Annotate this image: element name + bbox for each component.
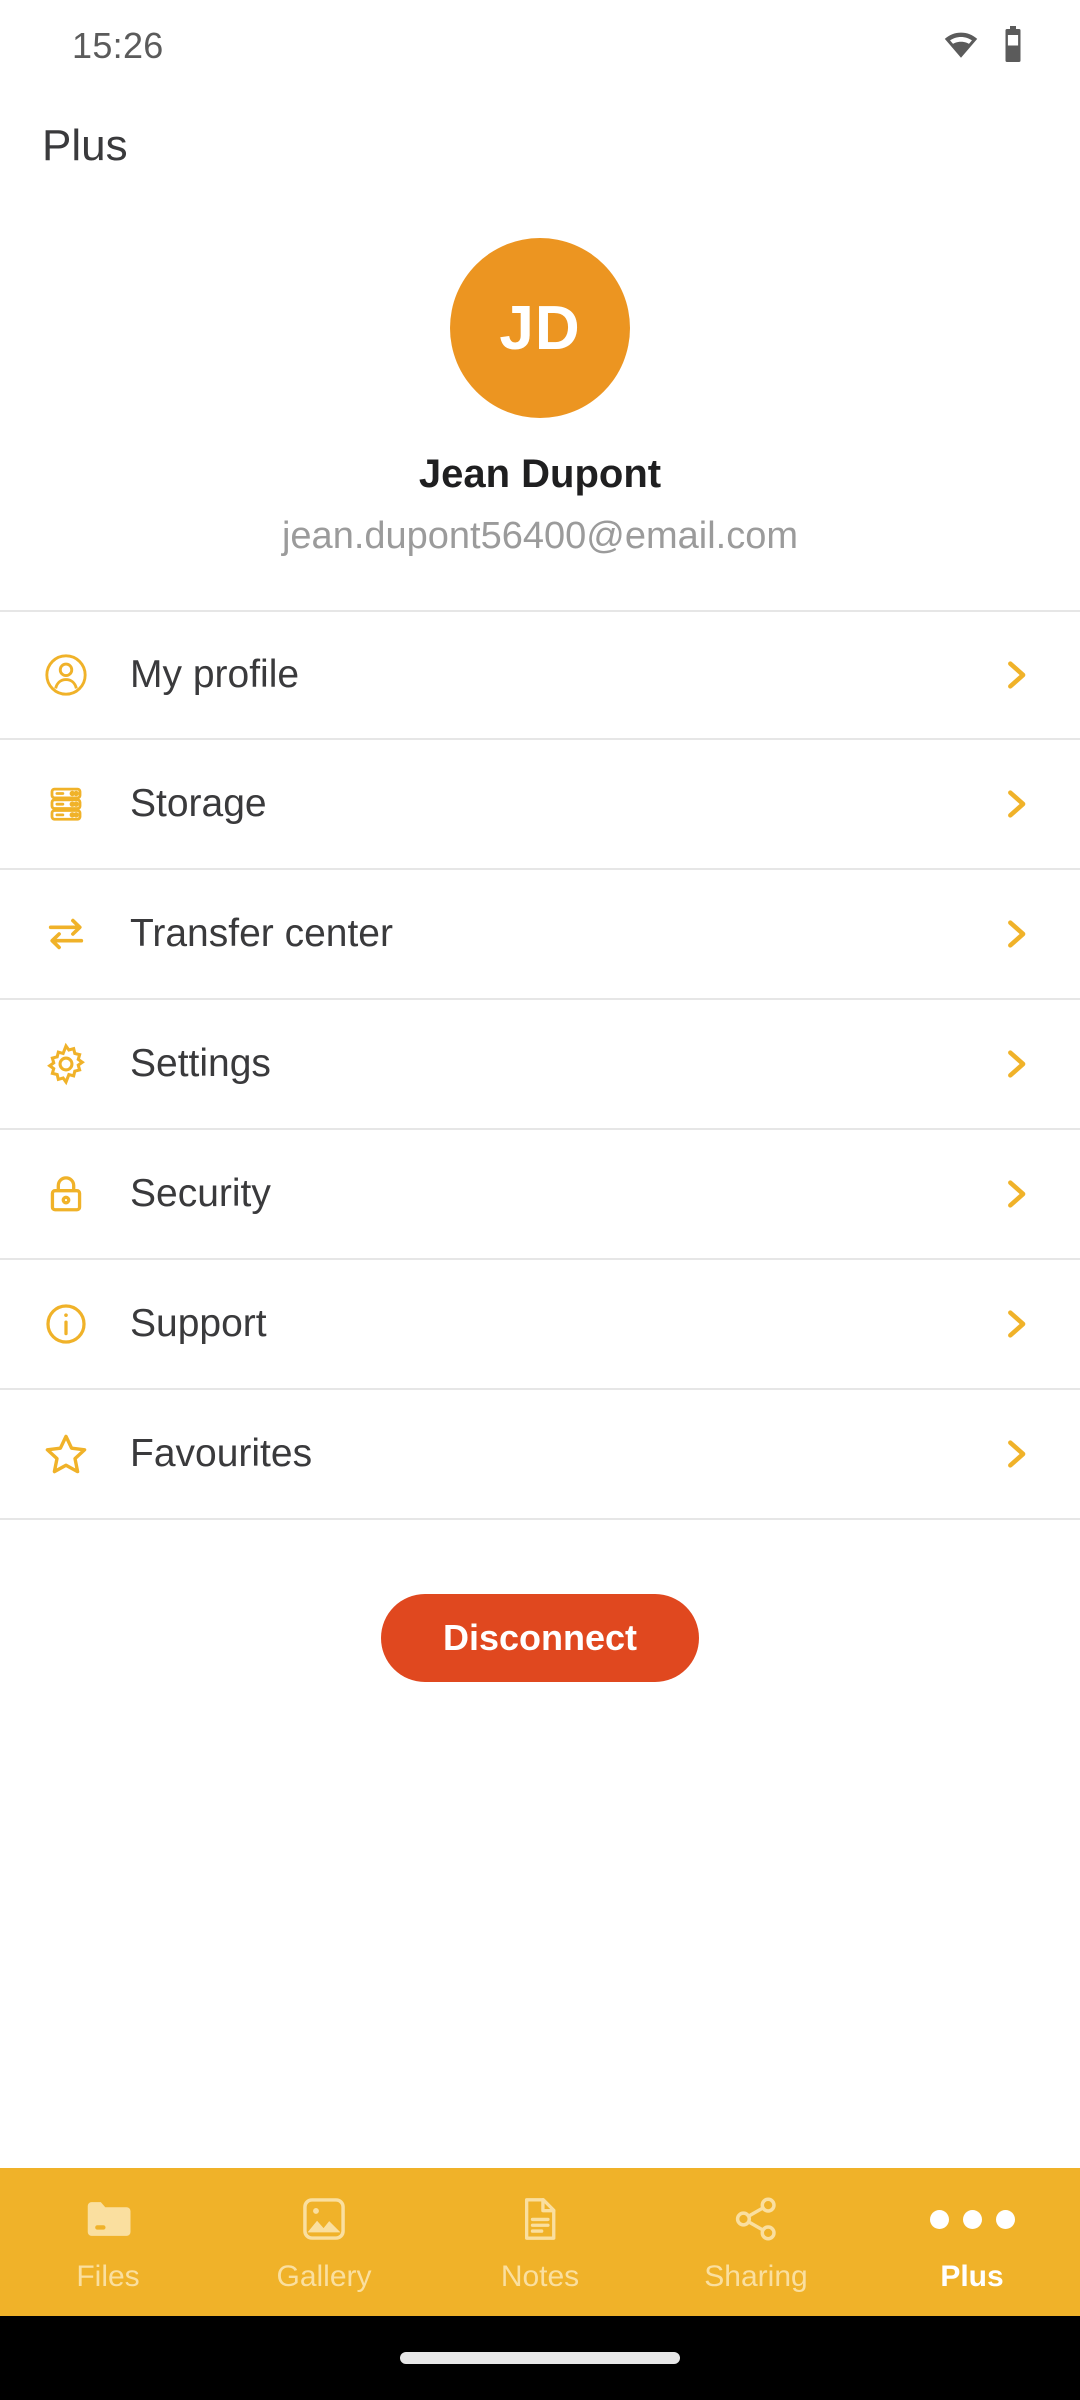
menu-item-settings[interactable]: Settings [0,1000,1080,1130]
menu-item-my-profile[interactable]: My profile [0,610,1080,740]
status-bar-clock: 15:26 [72,25,164,66]
menu-item-label: Settings [130,1042,271,1085]
dot-1 [929,2209,949,2229]
user-email: jean.dupont56400@email.com [281,515,799,557]
menu-item-label: Storage [130,782,267,825]
settings-menu-list: My profile Storage Transfer center Setti… [0,610,1080,1520]
app-header: Plus [0,92,1080,200]
home-indicator[interactable] [400,2352,680,2364]
chevron-right-icon [996,1307,1036,1341]
avatar-initials: JD [499,293,581,363]
nav-item-label: Notes [500,2260,580,2293]
nav-item-label: Sharing [704,2260,808,2293]
menu-item-support[interactable]: Support [0,1260,1080,1390]
chevron-right-icon [996,787,1036,821]
chevron-right-icon [996,917,1036,951]
menu-item-label: Transfer center [130,912,393,955]
nav-item-gallery[interactable]: Gallery [216,2168,432,2316]
app-screen: 15:26 Plus JD Jean Dupont jean.dupont564… [0,0,1080,2400]
info-circle-icon [26,1301,106,1347]
dots-icon [929,2190,1015,2248]
menu-item-storage[interactable]: Storage [0,740,1080,870]
user-circle-icon [26,652,106,698]
nav-item-label: Files [76,2260,140,2293]
dot-2 [962,2209,982,2229]
chevron-right-icon [996,1437,1036,1471]
avatar[interactable]: JD [450,238,630,418]
nav-item-files[interactable]: Files [0,2168,216,2316]
battery-icon [1002,25,1024,67]
menu-item-label: My profile [130,653,300,696]
page-title: Plus [42,121,128,170]
transfer-arrows-icon [26,911,106,957]
disconnect-button[interactable]: Disconnect [380,1594,700,1682]
nav-item-notes[interactable]: Notes [432,2168,648,2316]
nav-item-plus[interactable]: Plus [864,2168,1080,2316]
wifi-icon [942,29,980,64]
disconnect-section: Disconnect [0,1520,1080,1682]
nav-item-label: Plus [940,2260,1004,2293]
nav-item-sharing[interactable]: Sharing [648,2168,864,2316]
server-stack-icon [26,783,106,825]
nav-item-label: Gallery [276,2260,372,2293]
menu-item-label: Support [130,1302,267,1345]
star-icon [26,1430,106,1478]
share-icon [730,2190,782,2248]
chevron-right-icon [996,1047,1036,1081]
user-name: Jean Dupont [418,452,662,496]
image-icon [298,2190,350,2248]
profile-section: JD Jean Dupont jean.dupont56400@email.co… [0,200,1080,558]
status-bar-icons [942,25,1024,67]
bottom-navigation-bar: Files Gallery Notes Sharing Plus [0,2168,1080,2316]
menu-item-security[interactable]: Security [0,1130,1080,1260]
dot-3 [995,2209,1015,2229]
document-icon [515,2190,565,2248]
status-bar: 15:26 [0,0,1080,92]
gear-icon [26,1041,106,1087]
chevron-right-icon [996,1177,1036,1211]
chevron-right-icon [996,658,1036,692]
gesture-navigation-bar [0,2316,1080,2400]
menu-item-favourites[interactable]: Favourites [0,1390,1080,1520]
lock-icon [26,1172,106,1216]
menu-item-label: Favourites [130,1432,313,1475]
folder-icon [81,2190,135,2248]
menu-item-label: Security [130,1172,271,1215]
menu-item-transfer-center[interactable]: Transfer center [0,870,1080,1000]
